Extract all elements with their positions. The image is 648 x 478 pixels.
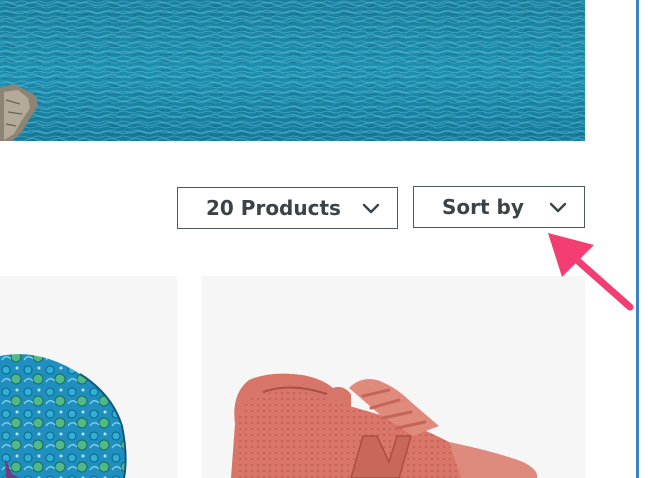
product-image-backpack: [0, 354, 127, 478]
product-card[interactable]: [0, 276, 177, 478]
product-card[interactable]: [201, 276, 585, 478]
chevron-down-icon: [549, 202, 567, 213]
product-image-sneaker: [231, 373, 538, 478]
page: 20 Products Sort by: [0, 0, 648, 478]
products-per-page-label: 20 Products: [206, 196, 341, 220]
sort-by-dropdown[interactable]: Sort by: [413, 186, 585, 228]
products-per-page-dropdown[interactable]: 20 Products: [177, 187, 398, 229]
sort-by-label: Sort by: [442, 195, 524, 219]
pink-arrow-pointer-icon: [548, 233, 634, 311]
chevron-down-icon: [362, 203, 380, 214]
hero-banner-image: [0, 0, 585, 141]
